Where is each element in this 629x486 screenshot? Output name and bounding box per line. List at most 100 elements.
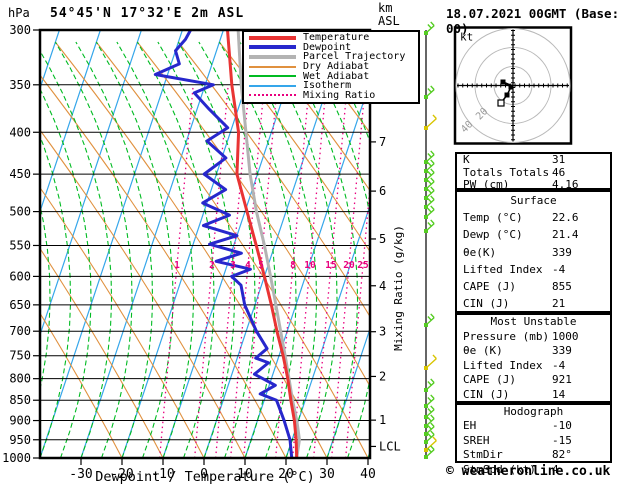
legend-label: Isotherm <box>303 81 351 90</box>
table-row: Pressure (mb)1000 <box>457 330 610 345</box>
km-tick-labels: 87654321LCLMixing Ratio (g/kg) <box>370 85 405 454</box>
table-title: Surface <box>457 192 610 209</box>
svg-text:40: 40 <box>360 467 376 482</box>
table-row: CIN (J)14 <box>457 388 610 403</box>
row-value: 31 <box>552 154 565 167</box>
svg-text:2: 2 <box>379 369 386 383</box>
row-label: Totals Totals <box>463 166 549 179</box>
height-axis-unit: km ASL <box>378 2 400 28</box>
svg-text:400: 400 <box>9 125 31 139</box>
svg-text:900: 900 <box>9 414 31 428</box>
table-title: Hodograph <box>457 405 610 419</box>
legend-swatch <box>249 36 296 40</box>
datetime-title: 18.07.2021 00GMT (Base: 00) <box>446 6 629 36</box>
row-label: Temp (°C) <box>463 211 523 224</box>
row-label: SREH <box>463 434 490 447</box>
row-label: CIN (J) <box>463 388 509 401</box>
svg-text:5: 5 <box>258 260 264 271</box>
row-label: Lifted Index <box>463 359 542 372</box>
svg-text:7: 7 <box>379 135 386 149</box>
legend-swatch <box>249 66 296 68</box>
table-row: SREH -15 <box>457 434 610 448</box>
copyright-text: © weatheronline.co.uk <box>446 464 610 479</box>
svg-text:Dewpoint / Temperature (°C): Dewpoint / Temperature (°C) <box>95 469 314 485</box>
legend-item: Mixing Ratio <box>244 91 418 101</box>
legend-swatch <box>249 45 296 49</box>
skewt-sounding-page: 3003504004505005506006507007508008509009… <box>0 0 629 486</box>
wind-barb-column <box>424 22 436 459</box>
row-label: CAPE (J) <box>463 373 516 386</box>
svg-text:950: 950 <box>9 433 31 447</box>
svg-text:6: 6 <box>379 184 386 198</box>
row-value: 855 <box>552 278 572 295</box>
row-value: 82° <box>552 448 572 462</box>
legend-label: Mixing Ratio <box>303 91 375 100</box>
table-row: Dewp (°C) 21.4 <box>457 226 610 243</box>
svg-text:1000: 1000 <box>2 451 31 465</box>
svg-text:10: 10 <box>304 260 316 271</box>
svg-text:4: 4 <box>379 279 386 293</box>
table-row: EH -10 <box>457 419 610 433</box>
legend-swatch <box>249 94 296 96</box>
temperature-tick-labels: -30-20-10010203040Dewpoint / Temperature… <box>69 459 376 485</box>
height-unit-asl: ASL <box>378 15 400 28</box>
svg-text:25: 25 <box>357 260 369 271</box>
svg-text:Mixing Ratio (g/kg): Mixing Ratio (g/kg) <box>392 225 405 351</box>
table-row: CAPE (J) 921 <box>457 373 610 388</box>
svg-text:600: 600 <box>9 269 31 283</box>
table-row: CAPE (J)855 <box>457 278 610 295</box>
row-value: -4 <box>552 359 565 374</box>
svg-text:550: 550 <box>9 238 31 252</box>
row-label: EH <box>463 419 476 432</box>
svg-text:800: 800 <box>9 372 31 386</box>
legend-label: Temperature <box>303 33 369 42</box>
svg-text:650: 650 <box>9 298 31 312</box>
indices-table-surface: Surface Temp (°C) 22.6 Dewp (°C) 21.4 θe(K) 33… <box>455 190 612 313</box>
svg-text:500: 500 <box>9 205 31 219</box>
legend-swatch <box>249 85 296 87</box>
svg-text:300: 300 <box>9 23 31 37</box>
svg-text:1: 1 <box>174 260 180 271</box>
row-label: Dewp (°C) <box>463 228 523 241</box>
svg-text:700: 700 <box>9 324 31 338</box>
table-row: Temp (°C) 22.6 <box>457 209 610 226</box>
row-value: 22.6 <box>552 209 579 226</box>
table-row: Lifted Index -4 <box>457 359 610 374</box>
pressure-tick-labels: 3003504004505005506006507007508008509009… <box>2 23 40 465</box>
row-value: -10 <box>552 419 572 433</box>
svg-text:2: 2 <box>209 260 215 271</box>
indices-table-hodograph: HodographEH-10SREH-15StmDir82°StmSpd (kt… <box>455 403 612 463</box>
svg-text:750: 750 <box>9 349 31 363</box>
row-value: -4 <box>552 261 565 278</box>
row-label: K <box>463 153 470 166</box>
row-value: 339 <box>552 244 572 261</box>
legend: TemperatureDewpointParcel TrajectoryDry … <box>242 30 420 104</box>
row-value: 339 <box>552 344 572 359</box>
table-row: Lifted Index -4 <box>457 261 610 278</box>
row-label: θe(K) <box>463 246 496 259</box>
svg-text:30: 30 <box>319 467 335 482</box>
legend-swatch <box>249 55 296 59</box>
svg-text:3: 3 <box>379 325 386 339</box>
legend-item: Dry Adiabat <box>244 62 418 72</box>
row-label: θe (K) <box>463 344 503 357</box>
table-row: θe (K) 339 <box>457 344 610 359</box>
table-row: StmDir82° <box>457 448 610 462</box>
svg-text:1: 1 <box>379 413 386 427</box>
svg-text:LCL: LCL <box>379 439 401 453</box>
svg-text:-30: -30 <box>69 467 92 482</box>
row-value: -15 <box>552 434 572 448</box>
row-value: 1000 <box>552 330 579 345</box>
row-value: 21 <box>552 295 565 312</box>
row-label: CIN (J) <box>463 297 509 310</box>
row-label: Pressure (mb) <box>463 330 549 343</box>
row-value: 921 <box>552 373 572 388</box>
wet-adiabats <box>0 42 419 458</box>
legend-label: Dry Adiabat <box>303 62 369 71</box>
legend-swatch <box>249 75 296 77</box>
table-title: Most Unstable <box>457 315 610 330</box>
svg-text:450: 450 <box>9 167 31 181</box>
row-value: 21.4 <box>552 226 579 243</box>
svg-text:20: 20 <box>343 260 355 271</box>
row-label: Lifted Index <box>463 263 542 276</box>
